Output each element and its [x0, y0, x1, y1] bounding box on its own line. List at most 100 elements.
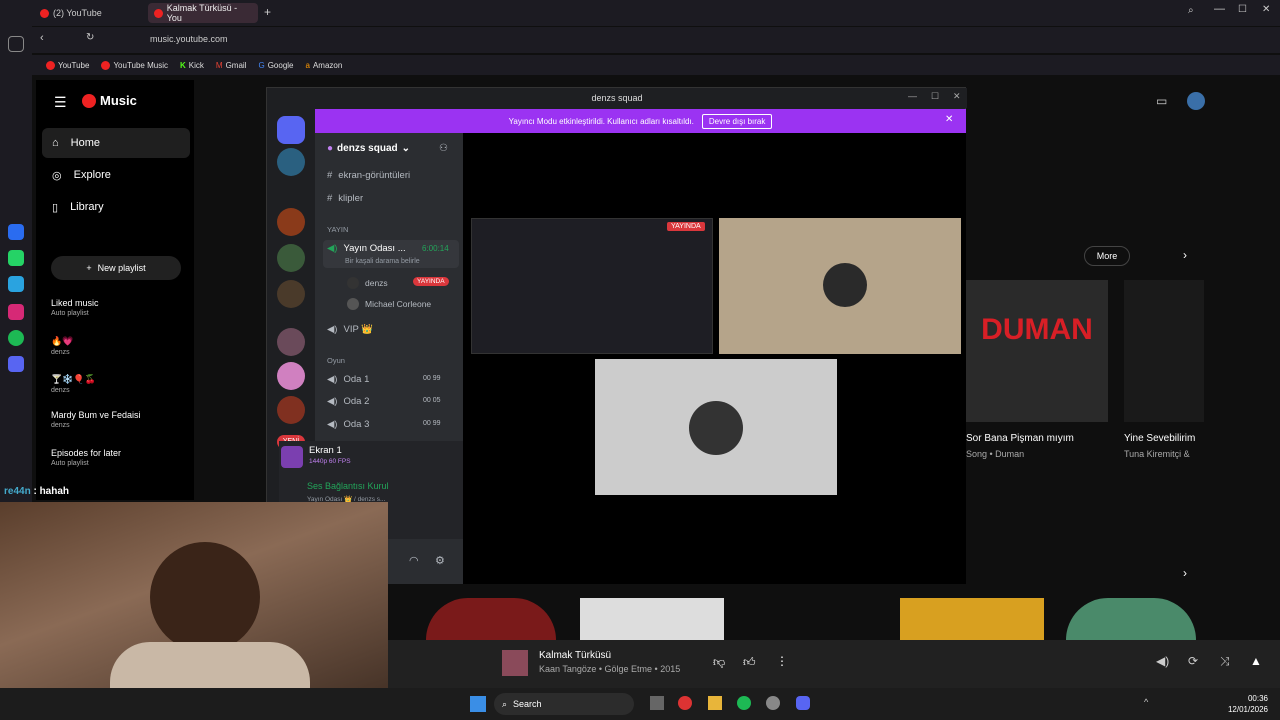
avatar[interactable] — [1187, 92, 1205, 110]
add-member-icon[interactable]: ⚇ — [439, 143, 448, 154]
bookmark-youtube-music[interactable]: YouTube Music — [101, 60, 168, 70]
close-button[interactable]: ✕ — [1262, 4, 1270, 15]
server-icon[interactable] — [277, 396, 305, 424]
playlist-item[interactable]: 🍸❄️🎈🍒 denzs — [51, 374, 96, 394]
speaker-icon: ◀) — [327, 324, 338, 335]
new-tab-button[interactable]: + — [264, 5, 271, 19]
headphones-icon[interactable]: ◠ — [409, 554, 419, 567]
voice-timer: 6:00:14 — [422, 244, 449, 253]
tab-youtube[interactable]: (2) YouTube — [34, 3, 144, 23]
minimize-button[interactable]: — — [1214, 3, 1225, 15]
card-title[interactable]: Sor Bana Pişman mıyım — [966, 433, 1074, 444]
text-channel[interactable]: # klipler — [327, 193, 363, 204]
opera-icon[interactable] — [678, 696, 692, 710]
server-icon[interactable] — [277, 280, 305, 308]
next-arrow-icon[interactable]: › — [1183, 566, 1187, 580]
minimize-button[interactable]: — — [908, 91, 917, 101]
album-thumb[interactable] — [900, 598, 1044, 640]
whatsapp-icon[interactable] — [8, 250, 24, 266]
bookmark-kick[interactable]: K Kick — [180, 61, 204, 70]
shuffle-icon[interactable]: ⤨ — [1220, 654, 1230, 669]
more-button[interactable]: More — [1084, 246, 1130, 266]
back-icon[interactable]: ‹ — [40, 32, 44, 44]
menu-icon[interactable]: ☰ — [54, 94, 67, 111]
voice-channel[interactable]: ◀) Oda 1 — [327, 374, 369, 385]
voice-connected[interactable]: Ses Bağlantısı Kurul — [307, 481, 389, 491]
maximize-button[interactable]: ☐ — [931, 91, 939, 102]
instagram-icon[interactable] — [8, 304, 24, 320]
voice-channel[interactable]: ◀) Yayın Odası ... — [327, 243, 406, 254]
like-icon[interactable]: 👍︎ — [743, 655, 756, 670]
reload-icon[interactable]: ↻ — [86, 32, 94, 43]
server-icon[interactable] — [277, 328, 305, 356]
stream-tile[interactable] — [471, 218, 713, 354]
album-thumb[interactable] — [1066, 598, 1196, 640]
server-icon[interactable] — [277, 148, 305, 176]
spotify-icon[interactable] — [8, 330, 24, 346]
close-button[interactable]: ✕ — [953, 91, 961, 102]
voice-channel[interactable]: ◀) VIP 👑 — [327, 324, 373, 335]
obs-icon[interactable] — [766, 696, 780, 710]
nav-home[interactable]: ⌂ Home — [42, 128, 190, 158]
chevron-up-icon[interactable]: ^ — [1144, 697, 1148, 707]
category-yayin[interactable]: YAYIN — [327, 225, 348, 234]
server-icon[interactable] — [277, 208, 305, 236]
spotify-icon[interactable] — [737, 696, 751, 710]
maximize-button[interactable]: ☐ — [1238, 4, 1247, 15]
now-playing-art[interactable] — [502, 650, 528, 676]
search-icon[interactable]: ⌕ — [1188, 5, 1194, 16]
cast-icon[interactable]: ▭ — [1156, 94, 1167, 108]
url-field[interactable]: music.youtube.com — [150, 34, 228, 44]
voice-user[interactable]: denzs — [347, 277, 388, 289]
close-icon[interactable]: ✕ — [945, 114, 953, 125]
windows-start-icon[interactable] — [470, 696, 486, 712]
voice-channel[interactable]: ◀) Oda 3 — [327, 419, 369, 430]
album-art-duman[interactable]: DUMAN — [966, 280, 1108, 422]
album-thumb[interactable] — [580, 598, 724, 640]
text-channel[interactable]: # ekran-görüntüleri — [327, 170, 410, 181]
search-icon: ⌕ — [502, 698, 508, 709]
voice-channel[interactable]: ◀) Oda 2 — [327, 396, 369, 407]
track-title[interactable]: Kalmak Türküsü — [539, 650, 611, 661]
more-vert-icon[interactable]: ⋮ — [776, 654, 788, 668]
tab-kalmak[interactable]: Kalmak Türküsü - You — [148, 3, 258, 23]
expand-icon[interactable]: ▲ — [1250, 654, 1262, 668]
server-icon[interactable] — [277, 244, 305, 272]
discord-icon[interactable] — [796, 696, 810, 710]
live-badge: YAYINDA — [667, 222, 705, 231]
dislike-icon[interactable]: 👎︎ — [713, 655, 725, 670]
volume-icon[interactable]: ◀) — [1156, 654, 1169, 668]
bookmark-amazon[interactable]: a Amazon — [306, 61, 343, 70]
clock[interactable]: 00:36 12/01/2026 — [1220, 693, 1268, 715]
nav-explore[interactable]: ◎ Explore — [42, 160, 190, 190]
category-oyun[interactable]: Oyun — [327, 356, 345, 365]
telegram-icon[interactable] — [8, 276, 24, 292]
album-thumb[interactable] — [426, 598, 556, 640]
bookmark-youtube[interactable]: YouTube — [46, 60, 89, 70]
playlist-item[interactable]: Mardy Bum ve Fedaisi denzs — [51, 410, 141, 429]
discord-home-icon[interactable] — [277, 116, 305, 144]
folder-icon[interactable] — [708, 696, 722, 710]
ytmusic-logo[interactable]: Music — [82, 93, 137, 108]
bookmark-google[interactable]: G Google — [258, 61, 293, 70]
player-icon[interactable] — [8, 356, 24, 372]
new-playlist-button[interactable]: + New playlist — [51, 256, 181, 280]
card-title[interactable]: Yine Sevebilirim — [1124, 433, 1204, 444]
next-arrow-icon[interactable]: › — [1183, 248, 1187, 262]
playlist-item[interactable]: 🔥💗 denzs — [51, 336, 73, 356]
voice-user[interactable]: Michael Corleone — [347, 298, 431, 310]
nav-library[interactable]: ▯ Library — [42, 192, 190, 222]
home-icon[interactable] — [8, 36, 24, 52]
messenger-icon[interactable] — [8, 224, 24, 240]
album-art-yine[interactable] — [1124, 280, 1204, 422]
bookmark-gmail[interactable]: M Gmail — [216, 61, 247, 70]
playlist-item[interactable]: Liked music Auto playlist — [51, 298, 99, 317]
task-view-icon[interactable] — [650, 696, 664, 710]
disable-button[interactable]: Devre dışı bırak — [701, 113, 773, 129]
gear-icon[interactable]: ⚙ — [435, 554, 445, 567]
server-icon[interactable] — [277, 362, 305, 390]
server-name[interactable]: ● denzs squad ⌄ — [327, 143, 410, 154]
taskbar-search[interactable]: ⌕ Search — [494, 693, 634, 715]
repeat-icon[interactable]: ⟳ — [1188, 654, 1198, 668]
playlist-item[interactable]: Episodes for later Auto playlist — [51, 448, 121, 467]
